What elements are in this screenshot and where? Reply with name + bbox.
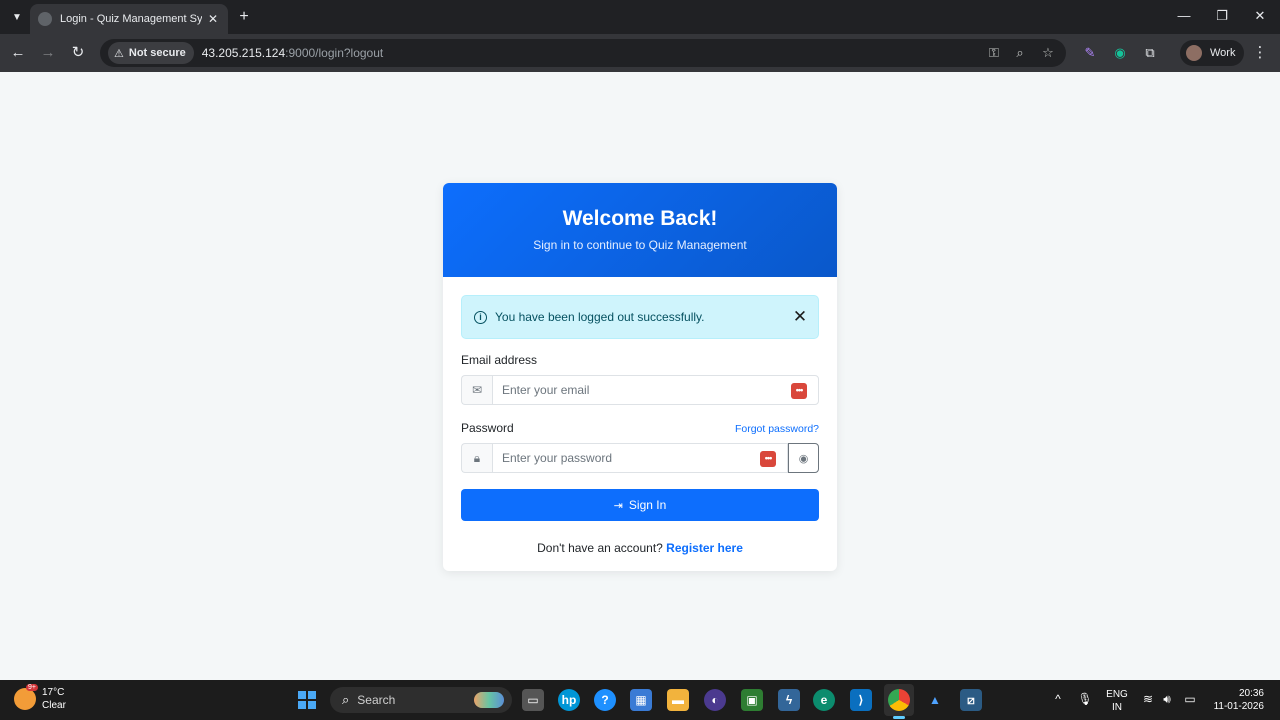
sign-in-button[interactable]: ⇥ Sign In [461, 489, 819, 521]
logout-alert: i You have been logged out successfully.… [461, 295, 819, 339]
sign-in-label: Sign In [628, 498, 667, 512]
clock-date: 11-01-2026 [1213, 701, 1264, 712]
postgres-app-icon[interactable]: ϟ [778, 689, 800, 711]
login-arrow-icon: ⇥ [613, 499, 623, 512]
active-app-indicator [893, 716, 905, 719]
region-code: IN [1112, 702, 1122, 713]
password-manager-icon[interactable]: ••• [760, 451, 776, 467]
forward-arrow-icon[interactable]: → [38, 43, 58, 63]
email-field[interactable]: Enter your email ••• [492, 375, 819, 405]
microphone-icon[interactable]: 🎙︎ [1077, 692, 1093, 706]
address-bar[interactable]: ⚠ Not secure 43.205.215.124:9000/login?l… [100, 39, 1066, 67]
extensions-puzzle-icon[interactable]: ⧉ [1141, 44, 1159, 62]
tab-title: Login - Quiz Management System [60, 13, 202, 25]
globe-icon [38, 12, 52, 26]
password-manager-icon[interactable]: ••• [791, 383, 807, 399]
store-app-icon[interactable]: ▦ [630, 689, 652, 711]
language-indicator[interactable]: ENG IN [1104, 688, 1130, 714]
url-path: :9000/login?logout [285, 46, 384, 60]
eye-icon: ◉ [798, 452, 809, 465]
email-input-group: ✉ Enter your email ••• [461, 375, 819, 405]
minimize-icon[interactable]: — [1174, 8, 1194, 23]
ide-app-icon[interactable]: ▲ [924, 689, 946, 711]
windows-start-icon[interactable] [298, 691, 316, 709]
email-placeholder: Enter your email [502, 383, 590, 397]
new-tab-button[interactable]: + [234, 7, 254, 27]
chrome-browser-icon[interactable] [888, 689, 910, 711]
back-arrow-icon[interactable]: ← [8, 43, 28, 63]
page-title: Welcome Back! [562, 207, 718, 230]
password-placeholder: Enter your password [502, 451, 613, 465]
weather-condition: Clear [42, 700, 66, 711]
login-card: Welcome Back! Sign in to continue to Qui… [443, 183, 837, 571]
bookmark-star-icon[interactable]: ☆ [1040, 45, 1056, 61]
search-highlight-icon [474, 692, 504, 708]
file-explorer-icon[interactable]: ▬ [667, 689, 689, 711]
profile-name: Work [1210, 47, 1236, 59]
browser-tab-bar: ▼ Login - Quiz Management System ✕ + — ❐… [0, 0, 1280, 34]
password-label: Password [461, 421, 514, 435]
profile-chip[interactable]: Work [1180, 40, 1244, 66]
chat-app-icon[interactable]: ▣ [741, 689, 763, 711]
alert-message: You have been logged out successfully. [495, 310, 705, 324]
lock-icon: 🔒︎ [461, 443, 492, 473]
register-prompt-line: Don't have an account? Register here [461, 541, 819, 555]
reload-icon[interactable]: ↻ [68, 43, 88, 63]
weather-sun-icon: 9+ [14, 684, 38, 710]
security-label: Not secure [128, 47, 186, 59]
tab-search-chevron-icon[interactable]: ▼ [8, 8, 26, 26]
weather-badge: 9+ [26, 684, 38, 691]
warning-triangle-icon: ⚠ [114, 47, 124, 60]
envelope-icon: ✉ [461, 375, 492, 405]
password-key-icon[interactable]: ⚿ [986, 45, 1002, 61]
browser-menu-icon[interactable]: ⋮ [1252, 44, 1268, 62]
login-form: i You have been logged out successfully.… [443, 277, 837, 555]
login-card-header: Welcome Back! Sign in to continue to Qui… [443, 183, 837, 277]
password-input-group: 🔒︎ Enter your password ••• ◉ [461, 443, 819, 473]
alert-close-button[interactable]: ✕ [792, 308, 808, 326]
window-close-icon[interactable]: ✕ [1250, 8, 1270, 24]
browser-tab-active[interactable]: Login - Quiz Management System ✕ [30, 4, 228, 34]
password-label-row: Password Forgot password? [461, 421, 819, 437]
hp-app-icon[interactable]: hp [558, 689, 580, 711]
avatar [1186, 45, 1202, 61]
taskbar-search[interactable]: ⌕ Search [330, 687, 512, 713]
system-clock[interactable]: 20:36 11-01-2026 [1206, 687, 1264, 713]
url-host: 43.205.215.124 [201, 46, 286, 60]
edge-browser-icon[interactable]: e [813, 689, 835, 711]
zoom-icon[interactable]: ⌕ [1012, 45, 1028, 61]
volume-icon[interactable]: 🔊︎ [1159, 692, 1175, 707]
wifi-icon[interactable]: ≋ [1140, 692, 1156, 706]
search-label: Search [357, 693, 396, 707]
tab-close-icon[interactable]: ✕ [206, 12, 220, 26]
password-field[interactable]: Enter your password ••• [492, 443, 788, 473]
browser-toolbar: ← → ↻ ⚠ Not secure 43.205.215.124:9000/l… [0, 34, 1280, 72]
tray-overflow-chevron-icon[interactable]: ^ [1050, 692, 1066, 706]
weather-widget[interactable]: 9+ 17°C Clear [14, 684, 66, 712]
page-subtitle: Sign in to continue to Quiz Management [533, 238, 747, 252]
task-view-icon[interactable]: ▭ [522, 689, 544, 711]
windows-taskbar: 9+ 17°C Clear ⌕ Search ▭ hp ? ▦ ▬ ◐ ▣ ϟ … [0, 680, 1280, 720]
remote-desktop-icon[interactable]: ⧄ [960, 689, 982, 711]
weather-text: 17°C Clear [42, 686, 66, 712]
grammarly-extension-icon[interactable]: ◉ [1111, 44, 1129, 62]
security-chip[interactable]: ⚠ Not secure [108, 42, 194, 64]
email-label: Email address [461, 353, 538, 367]
media-app-icon[interactable]: ◐ [704, 689, 726, 711]
vscode-icon[interactable]: ⟩ [850, 689, 872, 711]
battery-icon[interactable]: ▭ [1182, 692, 1198, 706]
info-circle-icon: i [474, 310, 487, 324]
register-link[interactable]: Register here [666, 541, 743, 555]
register-prompt: Don't have an account? [537, 541, 663, 555]
clock-time: 20:36 [1238, 688, 1264, 699]
toggle-password-visibility-button[interactable]: ◉ [788, 443, 819, 473]
feather-extension-icon[interactable]: ✎ [1081, 44, 1099, 62]
search-icon: ⌕ [342, 692, 350, 707]
forgot-password-link[interactable]: Forgot password? [735, 423, 819, 435]
temperature: 17°C [42, 687, 65, 698]
language-code: ENG [1106, 689, 1128, 700]
help-app-icon[interactable]: ? [594, 689, 616, 711]
restore-icon[interactable]: ❐ [1212, 8, 1232, 24]
